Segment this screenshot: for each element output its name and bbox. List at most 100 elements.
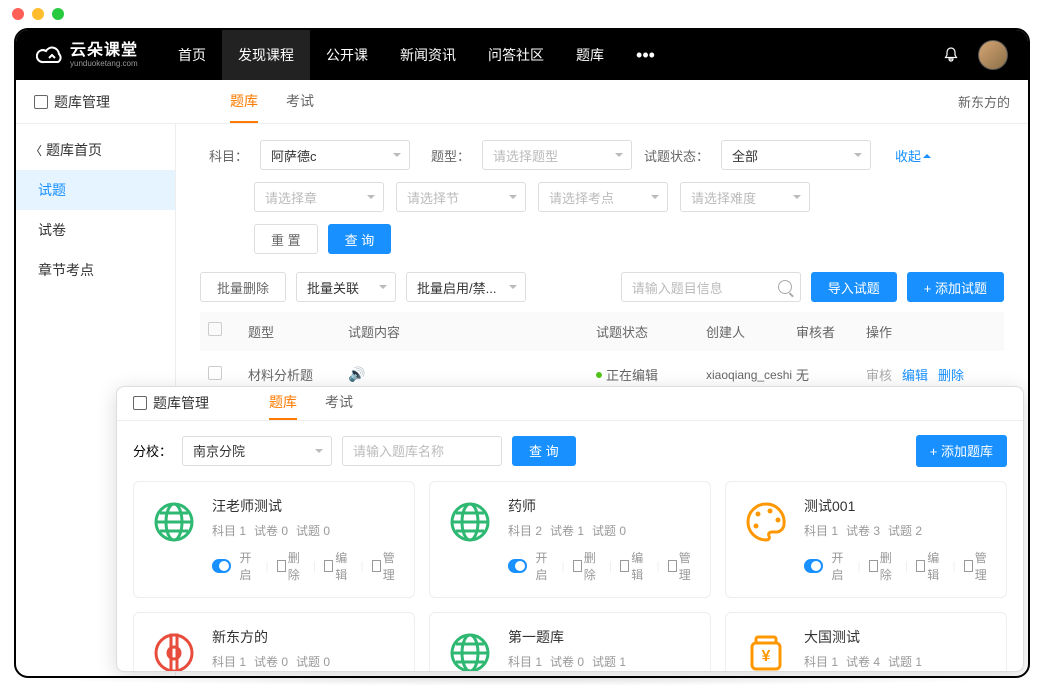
- card-delete[interactable]: 删除: [277, 549, 305, 583]
- search-input[interactable]: 请输入题目信息: [621, 272, 801, 302]
- row-checkbox[interactable]: [208, 366, 222, 380]
- collapse-link[interactable]: 收起: [895, 146, 931, 165]
- branch-select[interactable]: 南京分院: [182, 436, 332, 466]
- nav-item[interactable]: 首页: [162, 30, 222, 80]
- bank-card: 药师 科目 2试卷 1试题 0 开启 | 删除 | 编辑 | 管理: [429, 481, 711, 598]
- card-manage[interactable]: 管理: [668, 549, 696, 583]
- mac-titlebar: [0, 0, 1044, 28]
- toggle-label: 开启: [535, 549, 553, 583]
- doc-icon: [34, 95, 48, 109]
- mac-zoom[interactable]: [52, 8, 64, 20]
- section-select[interactable]: 请选择节: [396, 182, 526, 212]
- table-header: 题型 试题内容 试题状态 创建人 审核者 操作: [200, 312, 1004, 351]
- query-button[interactable]: 查 询: [328, 224, 392, 254]
- add-question-button[interactable]: + 添加试题: [907, 272, 1004, 302]
- select-all-checkbox[interactable]: [208, 322, 222, 336]
- delete-link[interactable]: 删除: [938, 365, 964, 384]
- difficulty-select[interactable]: 请选择难度: [680, 182, 810, 212]
- nav-item[interactable]: 发现课程: [222, 30, 310, 80]
- mac-minimize[interactable]: [32, 8, 44, 20]
- cell-type: 材料分析题: [248, 365, 348, 384]
- trash-icon: [869, 560, 878, 572]
- pencil-icon: [324, 560, 333, 572]
- reset-button[interactable]: 重 置: [254, 224, 318, 254]
- cell-status: 正在编辑: [596, 365, 706, 384]
- branch-label: 分校：: [133, 441, 172, 460]
- mac-close[interactable]: [12, 8, 24, 20]
- status-value: 全部: [732, 146, 758, 165]
- svg-text:¥: ¥: [762, 648, 771, 665]
- subject-value: 阿萨德c: [271, 146, 317, 165]
- card-icon: ¥: [740, 627, 792, 671]
- card-delete[interactable]: 删除: [573, 549, 601, 583]
- logo-subtext: yunduoketang.com: [70, 59, 138, 68]
- batch-enable-select[interactable]: 批量启用/禁...: [406, 272, 526, 302]
- card-icon: [444, 627, 496, 671]
- tab[interactable]: 题库: [269, 387, 297, 420]
- toggle-label: 开启: [831, 549, 849, 583]
- card-edit[interactable]: 编辑: [916, 549, 944, 583]
- card-title: 第一题库: [508, 627, 696, 647]
- subject-select[interactable]: 阿萨德c: [260, 140, 410, 170]
- type-select[interactable]: 请选择题型: [482, 140, 632, 170]
- review-link[interactable]: 审核: [866, 365, 892, 384]
- batch-link-select[interactable]: 批量关联: [296, 272, 396, 302]
- overlay-query-button[interactable]: 查 询: [512, 436, 576, 466]
- nav-item[interactable]: 问答社区: [472, 30, 560, 80]
- overlay-title-text: 题库管理: [153, 393, 209, 413]
- card-manage[interactable]: 管理: [372, 549, 400, 583]
- card-title: 汪老师测试: [212, 496, 400, 516]
- th-reviewer: 审核者: [796, 322, 866, 341]
- card-delete[interactable]: 删除: [869, 549, 897, 583]
- import-button[interactable]: 导入试题: [811, 272, 897, 302]
- bank-search-input[interactable]: 请输入题库名称: [342, 436, 502, 466]
- cell-creator: xiaoqiang_ceshi: [706, 368, 796, 382]
- card-icon: [148, 627, 200, 671]
- tab[interactable]: 考试: [325, 387, 353, 420]
- sidebar-item[interactable]: 试题: [16, 170, 175, 210]
- tab[interactable]: 考试: [286, 80, 314, 123]
- edit-link[interactable]: 编辑: [902, 365, 928, 384]
- card-title: 测试001: [804, 496, 992, 516]
- th-content: 试题内容: [348, 322, 596, 341]
- toggle-switch[interactable]: [508, 559, 527, 573]
- main-window: 云朵课堂 yunduoketang.com 首页发现课程公开课新闻资讯问答社区题…: [14, 28, 1030, 678]
- card-edit[interactable]: 编辑: [324, 549, 352, 583]
- sidebar-item[interactable]: 试卷: [16, 210, 175, 250]
- card-meta: 科目 1试卷 0试题 0: [212, 653, 400, 670]
- logo-text: 云朵课堂: [70, 43, 138, 59]
- page-title: 题库管理: [34, 92, 110, 112]
- batch-delete-button[interactable]: 批量删除: [200, 272, 286, 302]
- card-meta: 科目 1试卷 0试题 0: [212, 522, 400, 539]
- th-type: 题型: [248, 322, 348, 341]
- sidebar-back-label: 题库首页: [46, 140, 102, 160]
- logo[interactable]: 云朵课堂 yunduoketang.com: [36, 43, 138, 68]
- nav-more[interactable]: •••: [620, 45, 671, 66]
- card-meta: 科目 2试卷 1试题 0: [508, 522, 696, 539]
- nav-item[interactable]: 公开课: [310, 30, 384, 80]
- add-bank-button[interactable]: + 添加题库: [916, 435, 1007, 467]
- sidebar-back[interactable]: 〈 题库首页: [16, 130, 175, 170]
- pencil-icon: [916, 560, 925, 572]
- th-ops: 操作: [866, 322, 996, 341]
- type-placeholder: 请选择题型: [493, 146, 558, 165]
- nav-item[interactable]: 新闻资讯: [384, 30, 472, 80]
- tab[interactable]: 题库: [230, 80, 258, 123]
- point-select[interactable]: 请选择考点: [538, 182, 668, 212]
- chapter-select[interactable]: 请选择章: [254, 182, 384, 212]
- user-avatar[interactable]: [978, 40, 1008, 70]
- card-manage[interactable]: 管理: [964, 549, 992, 583]
- cell-reviewer: 无: [796, 365, 866, 384]
- sidebar-item[interactable]: 章节考点: [16, 250, 175, 290]
- toggle-switch[interactable]: [804, 559, 823, 573]
- card-edit[interactable]: 编辑: [620, 549, 648, 583]
- toggle-switch[interactable]: [212, 559, 231, 573]
- nav-item[interactable]: 题库: [560, 30, 620, 80]
- bank-card: ¥ 大国测试 科目 1试卷 4试题 1 开启 | 删除 | 编辑 | 管理: [725, 612, 1007, 671]
- bell-icon[interactable]: [942, 46, 960, 64]
- status-select[interactable]: 全部: [721, 140, 871, 170]
- filter-type-label: 题型：: [422, 146, 470, 165]
- bank-card: 测试001 科目 1试卷 3试题 2 开启 | 删除 | 编辑 | 管理: [725, 481, 1007, 598]
- sub-bar: 题库管理 题库考试 新东方的: [16, 80, 1028, 124]
- grid-icon: [964, 560, 973, 572]
